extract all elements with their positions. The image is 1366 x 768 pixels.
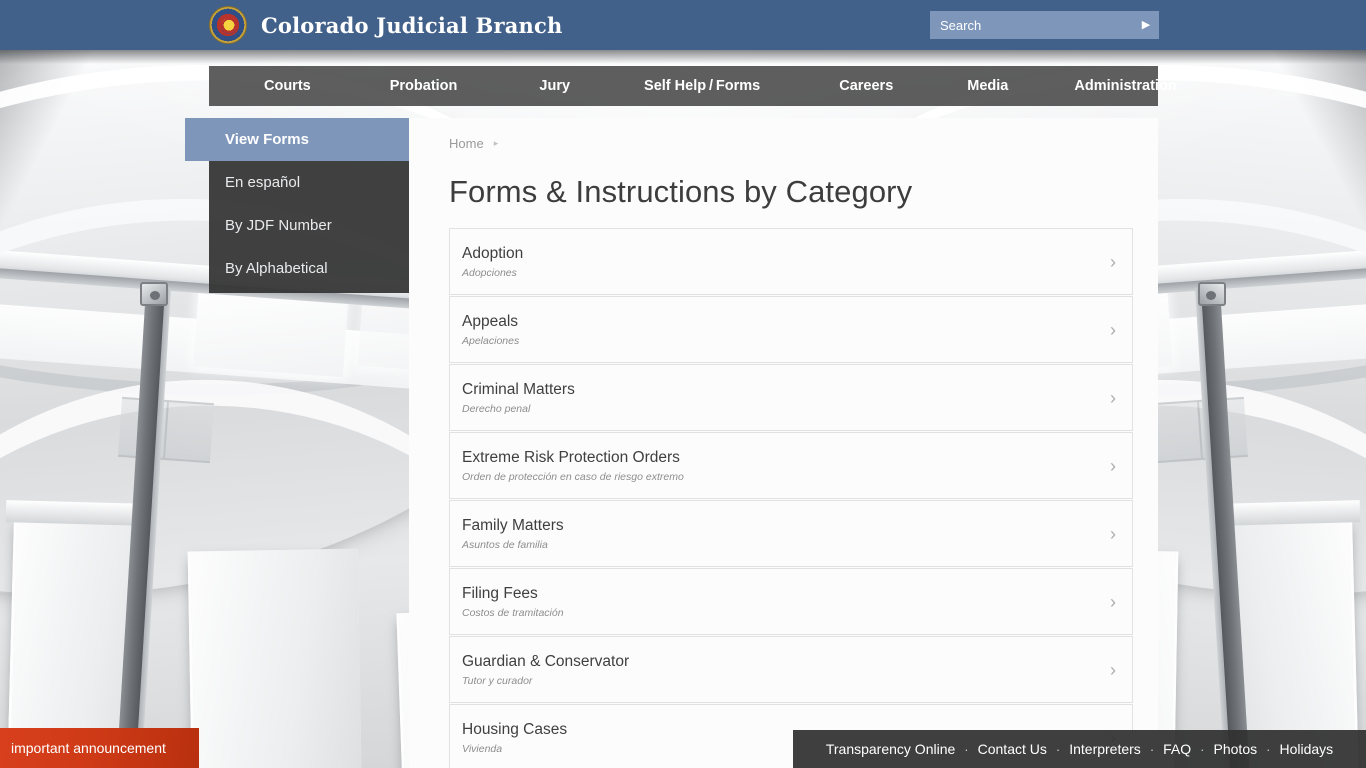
nav-item-careers[interactable]: Careers [835, 78, 897, 94]
category-card[interactable]: Filing Fees Costos de tramitación › [449, 568, 1133, 635]
category-title: Guardian & Conservator [462, 653, 630, 671]
footer-link-holidays[interactable]: Holidays [1279, 741, 1333, 757]
secondary-sidebar: View Forms En español By JDF Number By A… [185, 118, 409, 293]
chevron-right-icon: › [1110, 319, 1116, 340]
category-card[interactable]: Adoption Adopciones › [449, 228, 1133, 295]
search-box[interactable]: ▶ [930, 11, 1159, 39]
sidebar-item-view-forms[interactable]: View Forms [185, 118, 409, 161]
category-card[interactable]: Extreme Risk Protection Orders Orden de p… [449, 432, 1133, 499]
beam-bracket [1198, 282, 1226, 306]
site-header: Colorado Judicial Branch ▶ [0, 0, 1366, 50]
breadcrumb: Home ▸ [449, 136, 498, 151]
category-subtitle-spanish: Derecho penal [462, 402, 531, 415]
window-grid [1152, 396, 1248, 464]
nav-item-probation[interactable]: Probation [386, 78, 462, 94]
category-title: Adoption [462, 245, 524, 263]
footer-separator: · [1266, 741, 1271, 757]
footer-separator: · [1055, 741, 1061, 757]
category-title: Filing Fees [462, 585, 538, 603]
category-card[interactable]: Family Matters Asuntos de familia › [449, 500, 1133, 567]
category-subtitle-spanish: Adopciones [462, 266, 517, 279]
category-list: Adoption Adopciones › Appeals Apelaciones › Cr… [449, 228, 1133, 768]
window-grid [118, 396, 214, 464]
sidebar-item-by-alphabetical[interactable]: By Alphabetical [209, 247, 409, 290]
nav-item-jury[interactable]: Jury [535, 78, 574, 94]
background-top-shade [0, 50, 1366, 64]
category-title: Appeals [462, 313, 519, 331]
beam-bracket [140, 282, 168, 306]
chevron-right-icon: › [1110, 251, 1116, 272]
category-title: Extreme Risk Protection Orders [462, 449, 680, 467]
category-card[interactable]: Criminal Matters Derecho penal › [449, 364, 1133, 431]
footer-link-interpreters[interactable]: Interpreters [1069, 741, 1141, 757]
chevron-right-icon: › [1110, 387, 1116, 408]
site-brand[interactable]: Colorado Judicial Branch [209, 6, 562, 44]
category-subtitle-spanish: Apelaciones [462, 334, 520, 347]
chevron-right-icon: › [1110, 455, 1116, 476]
sidebar-item-list: En español By JDF Number By Alphabetical [209, 161, 409, 290]
main-content-panel: Home ▸ Forms & Instructions by Category … [409, 118, 1158, 768]
footer-link-photos[interactable]: Photos [1214, 741, 1258, 757]
category-subtitle-spanish: Costos de tramitación [462, 606, 564, 619]
colorado-judicial-seal-icon [209, 6, 247, 44]
category-title: Criminal Matters [462, 381, 575, 399]
footer-separator: · [1200, 741, 1205, 757]
nav-item-self-help-forms[interactable]: Self Help / Forms [640, 78, 764, 94]
footer-separator: · [1149, 741, 1155, 757]
chevron-right-icon: › [1110, 523, 1116, 544]
footer-link-bar: Transparency Online · Contact Us · Interpret… [793, 730, 1366, 768]
pilaster-cap [1217, 500, 1361, 526]
category-subtitle-spanish: Tutor y curador [462, 674, 533, 687]
sidebar-item-by-jdf-number[interactable]: By JDF Number [209, 204, 409, 247]
wall-pilaster [187, 548, 363, 768]
search-input[interactable] [930, 11, 1133, 39]
breadcrumb-separator-icon: ▸ [493, 138, 499, 148]
category-subtitle-spanish: Orden de protección en caso de riesgo ex… [462, 470, 684, 483]
category-card[interactable]: Appeals Apelaciones › [449, 296, 1133, 363]
nav-item-media[interactable]: Media [963, 78, 1012, 94]
category-title: Family Matters [462, 517, 564, 535]
chevron-right-icon: › [1110, 659, 1116, 680]
category-subtitle-spanish: Asuntos de familia [462, 538, 548, 551]
search-submit-icon[interactable]: ▶ [1133, 11, 1159, 39]
primary-navigation: Courts Probation Jury Self Help / Forms … [209, 66, 1177, 106]
chevron-right-icon: › [1110, 591, 1116, 612]
nav-item-courts[interactable]: Courts [260, 78, 315, 94]
breadcrumb-home-link[interactable]: Home [449, 136, 484, 151]
pilaster-cap [5, 500, 149, 526]
footer-link-faq[interactable]: FAQ [1163, 741, 1191, 757]
footer-link-transparency-online[interactable]: Transparency Online [826, 741, 955, 757]
page-title: Forms & Instructions by Category [449, 174, 913, 209]
category-card[interactable]: Guardian & Conservator Tutor y curador › [449, 636, 1133, 703]
footer-link-contact-us[interactable]: Contact Us [978, 741, 1047, 757]
important-announcement-banner[interactable]: important announcement [0, 728, 199, 768]
nav-item-administration[interactable]: Administration [1070, 78, 1180, 94]
footer-separator: · [964, 741, 969, 757]
site-title: Colorado Judicial Branch [261, 12, 563, 38]
sidebar-item-en-espanol[interactable]: En español [209, 161, 409, 204]
